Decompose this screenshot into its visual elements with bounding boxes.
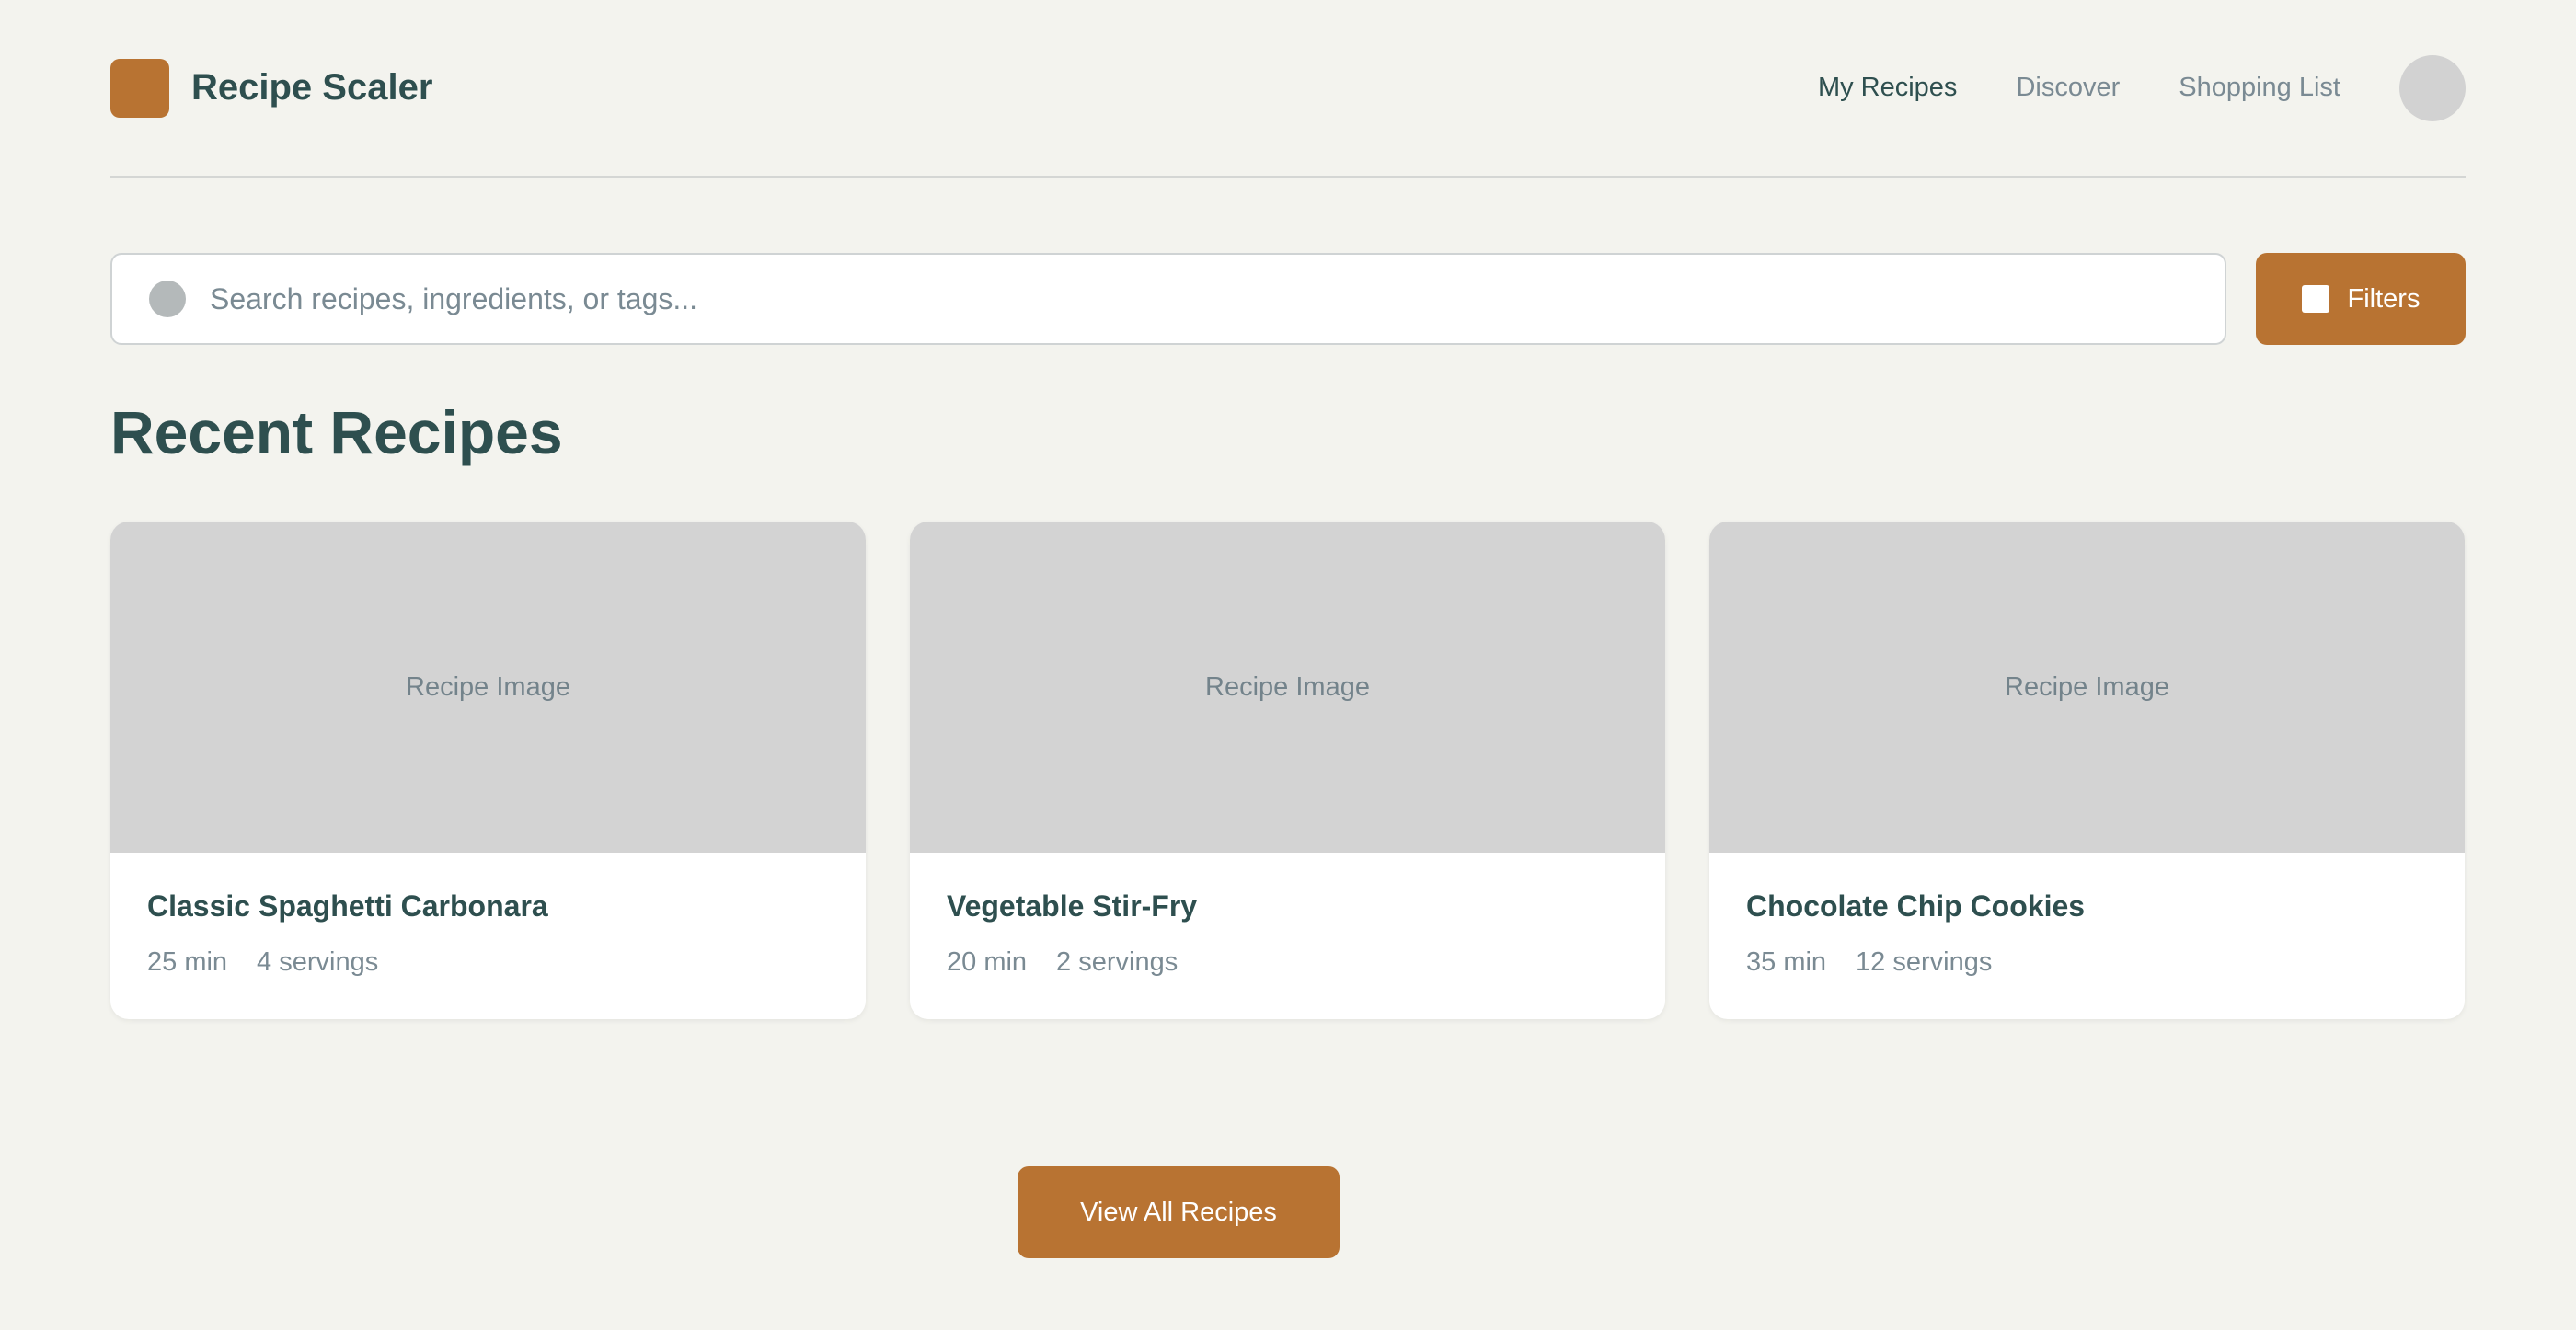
nav-discover[interactable]: Discover — [2016, 73, 2120, 103]
nav-my-recipes[interactable]: My Recipes — [1818, 73, 1958, 103]
search-icon — [149, 281, 186, 317]
app-root: Recipe Scaler My Recipes Discover Shoppi… — [110, 0, 2466, 1019]
recipe-servings: 4 servings — [257, 947, 379, 977]
search-row: Filters — [110, 253, 2466, 345]
recipe-card[interactable]: Recipe Image Classic Spaghetti Carbonara… — [110, 522, 866, 1019]
recipe-title: Classic Spaghetti Carbonara — [147, 889, 548, 923]
recipe-servings: 12 servings — [1856, 947, 1993, 977]
recipe-title: Vegetable Stir-Fry — [947, 889, 1198, 923]
section-title: Recent Recipes — [110, 398, 563, 466]
recipe-time: 35 min — [1746, 947, 1827, 977]
recipe-meta: 20 min 2 servings — [947, 947, 1628, 978]
filter-icon — [2301, 285, 2329, 313]
recipe-image-placeholder: Recipe Image — [1709, 522, 2465, 853]
recipe-card-body: Classic Spaghetti Carbonara 25 min 4 serv… — [110, 853, 866, 978]
recipe-card[interactable]: Recipe Image Chocolate Chip Cookies 35 m… — [1709, 522, 2465, 1019]
recipe-meta: 25 min 4 servings — [147, 947, 829, 978]
recipe-image-placeholder: Recipe Image — [910, 522, 1665, 853]
app-name: Recipe Scaler — [191, 67, 433, 108]
recipe-card[interactable]: Recipe Image Vegetable Stir-Fry 20 min 2 … — [910, 522, 1665, 1019]
recipe-card-list: Recipe Image Classic Spaghetti Carbonara… — [110, 522, 2466, 1019]
user-avatar[interactable] — [2399, 54, 2466, 121]
recipe-card-body: Vegetable Stir-Fry 20 min 2 servings — [910, 853, 1665, 978]
main-nav: My Recipes Discover Shopping List — [1759, 54, 2466, 121]
nav-shopping-list[interactable]: Shopping List — [2179, 73, 2340, 103]
brand[interactable]: Recipe Scaler — [110, 58, 433, 118]
search-box[interactable] — [110, 253, 2226, 345]
recipe-title: Chocolate Chip Cookies — [1746, 889, 2086, 923]
recipe-card-body: Chocolate Chip Cookies 35 min 12 servings — [1709, 853, 2465, 978]
recipe-image-placeholder: Recipe Image — [110, 522, 866, 853]
recipe-servings: 2 servings — [1056, 947, 1179, 977]
filters-label: Filters — [2347, 283, 2421, 314]
filters-button[interactable]: Filters — [2256, 253, 2466, 345]
app-logo-icon — [110, 58, 169, 118]
view-all-recipes-button[interactable]: View All Recipes — [1018, 1166, 1340, 1258]
search-input[interactable] — [208, 281, 2144, 317]
top-header: Recipe Scaler My Recipes Discover Shoppi… — [110, 0, 2466, 178]
recipe-time: 20 min — [947, 947, 1028, 977]
recipe-time: 25 min — [147, 947, 228, 977]
recipe-meta: 35 min 12 servings — [1746, 947, 2428, 978]
